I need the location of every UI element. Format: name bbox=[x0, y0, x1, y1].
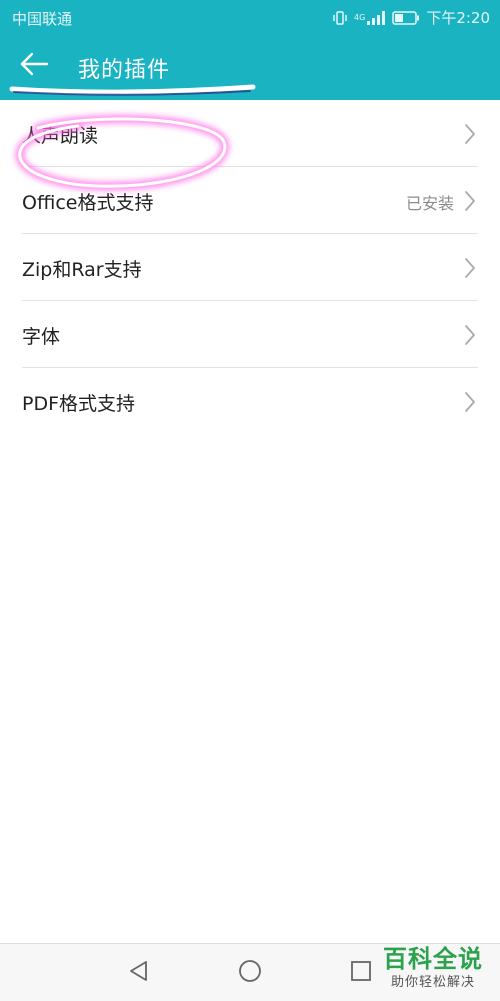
chevron-right-icon bbox=[465, 325, 475, 345]
chevron-right-icon bbox=[465, 191, 475, 211]
carrier-name: 中国联通 bbox=[12, 10, 73, 28]
home-circle-icon bbox=[238, 959, 262, 987]
nav-home-button[interactable] bbox=[237, 960, 263, 986]
chevron-right-icon bbox=[465, 124, 475, 144]
back-triangle-icon bbox=[128, 960, 150, 986]
plugin-label: 字体 bbox=[22, 326, 61, 348]
page-title: 我的插件 bbox=[78, 58, 171, 83]
arrow-left-icon bbox=[19, 51, 49, 81]
signal-icon: 4G bbox=[354, 10, 386, 26]
battery-icon bbox=[392, 10, 420, 26]
plugin-item-fonts[interactable]: 字体 bbox=[0, 301, 500, 368]
plugin-label: Zip和Rar支持 bbox=[22, 259, 142, 281]
status-clock: 下午2:20 bbox=[426, 9, 490, 27]
underline-annotation bbox=[9, 84, 256, 96]
plugin-item-office-support[interactable]: Office格式支持 已安装 bbox=[0, 167, 500, 234]
app-header: 中国联通 4G 下午2:20 我的插件 bbox=[0, 0, 500, 100]
watermark-sub-text: 助你轻松解决 bbox=[390, 975, 475, 990]
back-button[interactable] bbox=[14, 48, 54, 84]
network-type-label: 4G bbox=[354, 12, 366, 22]
nav-back-button[interactable] bbox=[126, 960, 152, 986]
recents-square-icon bbox=[350, 960, 372, 986]
watermark-main-text: 百科全说 bbox=[383, 945, 483, 973]
plugin-label: 人声朗读 bbox=[22, 125, 99, 147]
plugin-status: 已安装 bbox=[405, 194, 454, 213]
watermark-logo: 百科全说 助你轻松解决 bbox=[372, 944, 494, 998]
title-bar: 我的插件 bbox=[0, 34, 500, 100]
plugin-item-voice-reading[interactable]: 人声朗读 bbox=[0, 100, 500, 167]
plugin-list: 人声朗读 Office格式支持 已安装 Zip和Rar支持 字体 PDF格式支持 bbox=[0, 100, 500, 435]
status-bar: 中国联通 4G 下午2:20 bbox=[0, 0, 500, 34]
plugin-label: PDF格式支持 bbox=[22, 393, 136, 415]
status-icons: 4G 下午2:20 bbox=[332, 7, 490, 28]
vibrate-icon bbox=[332, 10, 348, 26]
plugin-label: Office格式支持 bbox=[22, 192, 154, 214]
plugin-item-pdf-support[interactable]: PDF格式支持 bbox=[0, 368, 500, 435]
plugin-item-zip-rar-support[interactable]: Zip和Rar支持 bbox=[0, 234, 500, 301]
nav-recents-button[interactable] bbox=[348, 960, 374, 986]
chevron-right-icon bbox=[465, 392, 475, 412]
chevron-right-icon bbox=[465, 258, 475, 278]
